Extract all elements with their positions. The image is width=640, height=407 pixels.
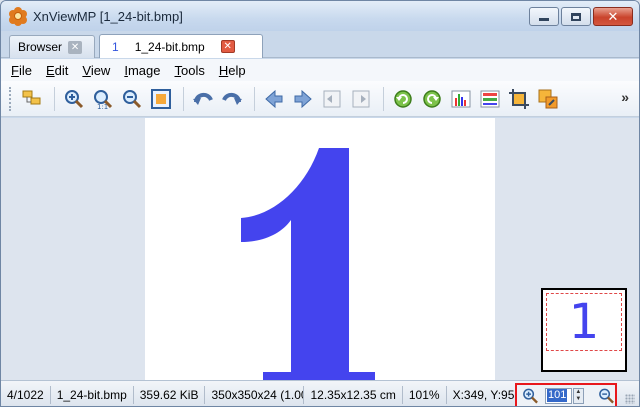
rotate-right-button[interactable] [419, 86, 444, 111]
menu-tools[interactable]: Tools [174, 63, 204, 78]
undo-button[interactable] [190, 86, 215, 111]
next-icon [294, 89, 312, 108]
next-page-button[interactable] [348, 86, 373, 111]
previous-button[interactable] [261, 86, 286, 111]
close-button[interactable]: ✕ [593, 7, 633, 26]
menu-image[interactable]: Image [124, 63, 160, 78]
zoom-stepper[interactable]: ▲ ▼ [572, 387, 585, 404]
redo-icon [221, 92, 242, 105]
zoom-out-icon[interactable] [598, 387, 615, 405]
previous-page-icon [323, 90, 340, 107]
close-icon[interactable]: ✕ [220, 40, 235, 53]
browser-icon [22, 90, 40, 104]
previous-icon [264, 89, 282, 108]
minimize-button[interactable] [529, 7, 559, 26]
zoom-input-value: 101 [546, 389, 568, 402]
zoom-in-icon [64, 89, 83, 108]
histogram-button[interactable] [448, 86, 473, 111]
next-button[interactable] [290, 86, 315, 111]
rotate-right-icon [422, 89, 441, 108]
image-viewport[interactable]: 1 [1, 118, 639, 380]
zoom-in-button[interactable] [61, 86, 86, 111]
adjust-colors-icon [480, 90, 499, 107]
fullscreen-button[interactable] [148, 86, 173, 111]
crop-icon [508, 88, 529, 109]
chevron-down-icon[interactable]: ▼ [575, 396, 581, 403]
tab-browser[interactable]: Browser ✕ [9, 35, 95, 58]
toolbar-overflow-button[interactable]: » [621, 89, 629, 105]
status-filesize: 359.62 KiB [140, 385, 206, 404]
status-coords: X:349, Y:95 [452, 387, 515, 402]
menu-edit[interactable]: Edit [46, 63, 68, 78]
undo-icon [192, 92, 213, 105]
svg-text:1:1: 1:1 [97, 103, 108, 110]
resize-icon [538, 89, 557, 108]
next-page-icon [352, 90, 369, 107]
toolbar-grip[interactable] [9, 86, 13, 111]
status-dimensions: 350x350x24 (1.00 [211, 385, 305, 404]
browser-button[interactable] [19, 86, 44, 111]
rotate-left-icon [393, 89, 412, 108]
navigator-digit: 1 [568, 294, 600, 350]
zoom-input[interactable]: 101 [544, 387, 572, 404]
resize-grip[interactable] [625, 394, 635, 404]
maximize-icon [571, 12, 581, 21]
tab-label: Browser [18, 40, 63, 54]
zoom-out-icon [122, 89, 141, 108]
menu-help[interactable]: Help [219, 63, 246, 78]
tab-number: 1 [112, 39, 119, 54]
navigator-panel[interactable]: 1 [541, 288, 627, 372]
redo-button[interactable] [219, 86, 244, 111]
zoom-fit-icon: 1:1 [93, 89, 112, 110]
status-zoom-percent: 101% [409, 385, 447, 404]
maximize-button[interactable] [561, 7, 591, 26]
menu-file[interactable]: File [11, 63, 32, 78]
status-bar: 4/1022 1_24-bit.bmp 359.62 KiB 350x350x2… [1, 380, 639, 406]
status-filename: 1_24-bit.bmp [57, 385, 134, 404]
rotate-left-button[interactable] [390, 86, 415, 111]
zoom-out-button[interactable] [119, 86, 144, 111]
tab-bar: Browser ✕ 1 1_24-bit.bmp ✕ [1, 31, 639, 58]
status-index: 4/1022 [7, 385, 51, 404]
zoom-fit-button[interactable]: 1:1 [90, 86, 115, 111]
crop-button[interactable] [506, 86, 531, 111]
xnview-flower-icon[interactable] [9, 7, 27, 26]
tab-image[interactable]: 1 1_24-bit.bmp ✕ [99, 34, 263, 58]
resize-button[interactable] [535, 86, 560, 111]
zoom-in-icon[interactable] [522, 387, 539, 405]
menu-view[interactable]: View [82, 63, 110, 78]
app-window: XnViewMP [1_24-bit.bmp] ✕ Browser ✕ 1 1_… [0, 0, 640, 407]
close-icon[interactable]: ✕ [68, 40, 83, 54]
adjust-colors-button[interactable] [477, 86, 502, 111]
zoom-control-group: 101 ▲ ▼ [515, 383, 617, 406]
status-print-size: 12.35x12.35 cm [310, 385, 403, 404]
image-canvas[interactable] [145, 118, 495, 380]
toolbar: 1:1 » [1, 81, 639, 117]
previous-page-button[interactable] [319, 86, 344, 111]
tab-label: 1_24-bit.bmp [134, 39, 205, 54]
minimize-icon [539, 18, 549, 21]
image-digit [241, 148, 375, 380]
fullscreen-icon [150, 88, 171, 109]
close-icon: ✕ [607, 8, 619, 24]
menu-bar: File Edit View Image Tools Help [1, 59, 639, 81]
chevron-up-icon[interactable]: ▲ [575, 389, 581, 396]
window-title: XnViewMP [1_24-bit.bmp] [33, 8, 183, 24]
histogram-icon [451, 90, 470, 107]
title-bar[interactable]: XnViewMP [1_24-bit.bmp] ✕ [1, 1, 639, 31]
